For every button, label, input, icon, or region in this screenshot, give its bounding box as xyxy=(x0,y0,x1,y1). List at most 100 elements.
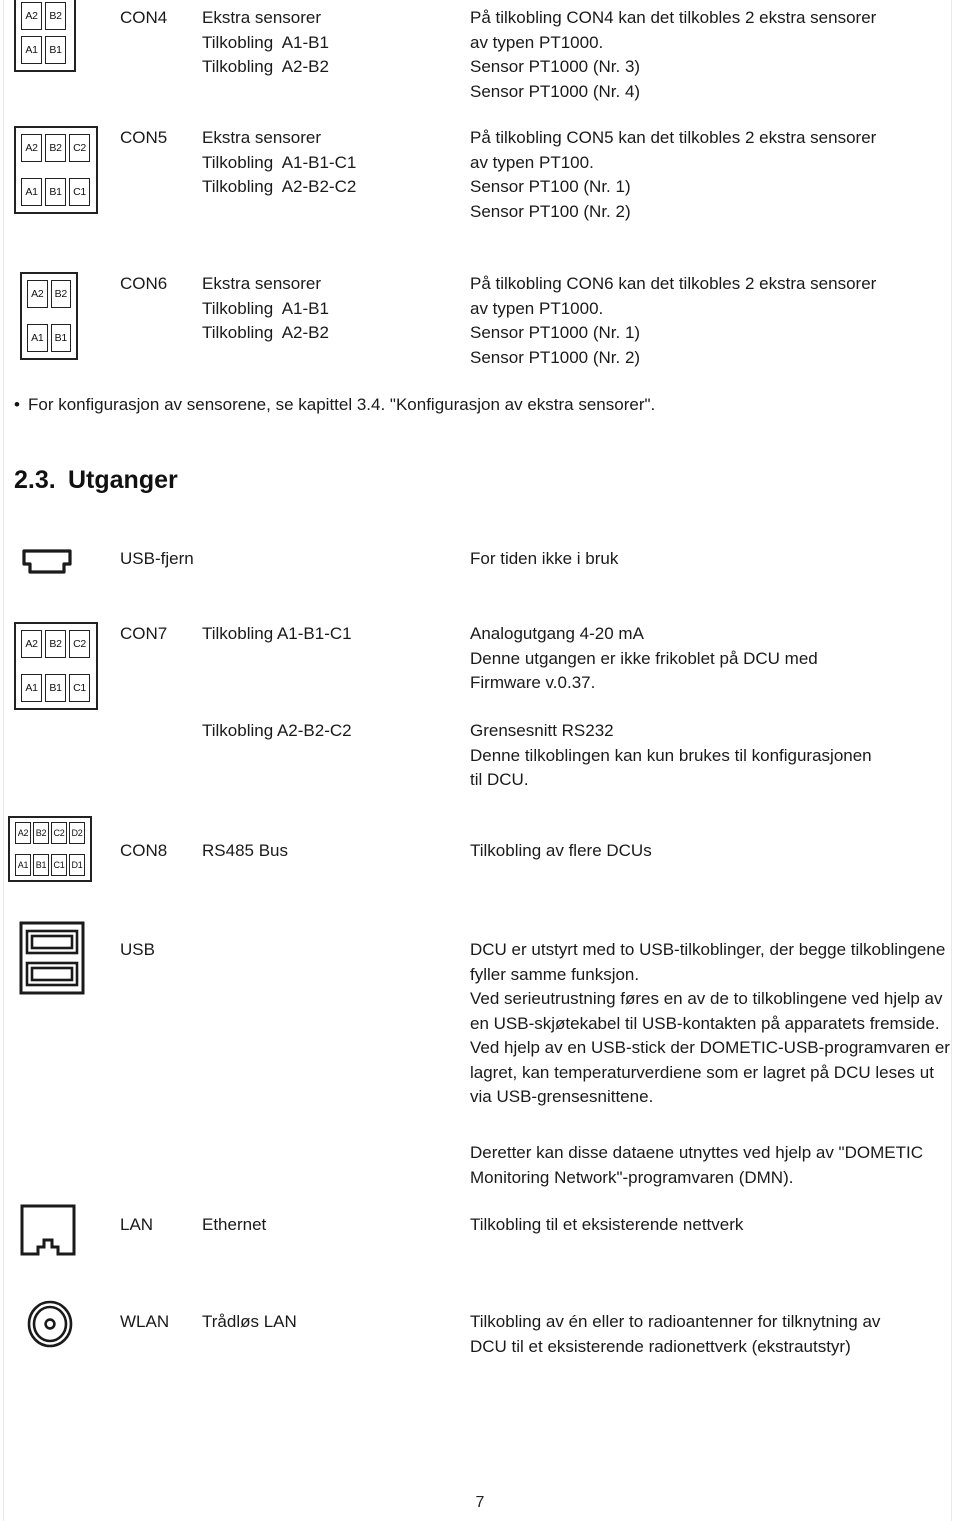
heading-number: 2.3. xyxy=(14,466,56,494)
pin: C2 xyxy=(51,822,67,844)
pin: B1 xyxy=(45,674,66,702)
wlan-desc-line: DCU til et eksisterende radionettverk (e… xyxy=(470,1336,851,1356)
con5-mid-line: Ekstra sensorer xyxy=(202,128,322,147)
pin: A2 xyxy=(21,630,42,658)
con4-pin-row-top: A2 B2 xyxy=(21,2,69,30)
usb-label: USB xyxy=(120,940,155,959)
con8-icon-cell: A2 B2 C2 D2 A1 B1 C1 D1 xyxy=(8,816,104,882)
con6-label: CON6 xyxy=(120,274,168,293)
pin: A1 xyxy=(27,324,48,352)
con5-desc-line: Sensor PT100 (Nr. 1) xyxy=(470,177,631,196)
con7-description-1: Analogutgang 4-20 mA Denne utgangen er i… xyxy=(470,622,960,696)
con7-desc-line: Analogutgang 4-20 mA xyxy=(470,624,644,643)
wlan-middle-text: Trådløs LAN xyxy=(202,1312,297,1331)
con7-icon-cell: A2 B2 C2 A1 B1 C1 xyxy=(14,622,110,710)
con4-description: På tilkobling CON4 kan det tilkobles 2 e… xyxy=(470,6,960,104)
con7-mid-line-2: Tilkobling A2-B2-C2 xyxy=(202,721,352,740)
con5-icon-cell: A2 B2 C2 A1 B1 C1 xyxy=(14,126,110,214)
pin: B2 xyxy=(50,280,71,308)
con8-pin-row-top: A2 B2 C2 D2 xyxy=(15,822,85,844)
con7-desc-line: Denne utgangen er ikke frikoblet på DCU … xyxy=(470,648,818,668)
con4-pin-row-bottom: A1 B1 xyxy=(21,36,69,64)
page-number: 7 xyxy=(475,1494,485,1511)
pin: A1 xyxy=(15,854,31,876)
con6-mid-line: Ekstra sensorer xyxy=(202,274,322,293)
con5-desc-line: Sensor PT100 (Nr. 2) xyxy=(470,201,631,221)
con8-label: CON8 xyxy=(120,841,168,860)
pin: B1 xyxy=(33,854,49,876)
con6-mid-line: Tilkobling A2-B2 xyxy=(202,323,329,342)
wlan-description: Tilkobling av én eller to radioantenner … xyxy=(470,1310,960,1359)
con8-middle-text: RS485 Bus xyxy=(202,841,288,860)
lan-description: Tilkobling til et eksisterende nettverk xyxy=(470,1213,960,1238)
terminal-block-icon-con7: A2 B2 C2 A1 B1 C1 xyxy=(14,622,98,710)
con6-desc-line: Sensor PT1000 (Nr. 1) xyxy=(470,323,641,342)
con8-description: Tilkobling av flere DCUs xyxy=(470,839,960,864)
usb-dual-port-icon xyxy=(18,920,86,1001)
con6-pin-row-bottom: A1 B1 xyxy=(27,324,71,352)
con7-desc-line: Firmware v.0.37. xyxy=(470,673,596,692)
con5-middle-column: Ekstra sensorer Tilkobling A1-B1-C1 Tilk… xyxy=(202,126,356,200)
con6-pin-row-top: A2 B2 xyxy=(27,280,71,308)
usb-description-continued: Deretter kan disse dataene utnyttes ved … xyxy=(470,1141,960,1190)
con7-mid-line-1: Tilkobling A1-B1-C1 xyxy=(202,624,352,643)
pin: B1 xyxy=(50,324,71,352)
con6-icon-cell: A2 B2 A1 B1 xyxy=(14,272,110,360)
pin: C2 xyxy=(69,630,90,658)
manual-page: A2 B2 A1 B1 CON4 Ekstra sensorer Tilkobl… xyxy=(0,0,960,1521)
terminal-block-icon-con5: A2 B2 C2 A1 B1 C1 xyxy=(14,126,98,214)
pin: C1 xyxy=(51,854,67,876)
pin: C2 xyxy=(69,134,90,162)
con7-desc-line: Grensesnitt RS232 xyxy=(470,721,614,740)
con5-label: CON5 xyxy=(120,128,168,147)
con6-desc-line: Sensor PT1000 (Nr. 2) xyxy=(470,347,641,367)
pin: A1 xyxy=(21,178,42,206)
heading-title: Utganger xyxy=(68,466,178,494)
con6-description: På tilkobling CON6 kan det tilkobles 2 e… xyxy=(470,272,960,370)
con7-pin-row-bottom: A1 B1 C1 xyxy=(21,674,91,702)
usb-mini-connector-glyph xyxy=(22,549,72,574)
con7-desc-line: til DCU. xyxy=(470,770,529,789)
usb-mini-connector-icon xyxy=(20,545,74,584)
pin: B2 xyxy=(45,630,66,658)
con7-description-2: Grensesnitt RS232 Denne tilkoblingen kan… xyxy=(470,719,960,793)
pin: B2 xyxy=(45,2,66,30)
con6-desc-line: av typen PT1000. xyxy=(470,298,604,318)
rj45-ethernet-jack-icon xyxy=(18,1203,78,1262)
con6-mid-line: Tilkobling A1-B1 xyxy=(202,298,329,318)
pin: A2 xyxy=(21,134,42,162)
usb-desc-paragraph-3: Deretter kan disse dataene utnyttes ved … xyxy=(470,1143,923,1187)
bullet-dot-icon: • xyxy=(14,395,20,414)
con5-desc-line: På tilkobling CON5 kan det tilkobles 2 e… xyxy=(470,128,877,147)
con5-mid-line: Tilkobling A2-B2-C2 xyxy=(202,177,357,196)
con5-description: På tilkobling CON5 kan det tilkobles 2 e… xyxy=(470,126,960,224)
wlan-desc-line: Tilkobling av én eller to radioantenner … xyxy=(470,1312,881,1331)
terminal-block-icon-con8: A2 B2 C2 D2 A1 B1 C1 D1 xyxy=(8,816,92,882)
wlan-label: WLAN xyxy=(120,1312,170,1331)
con4-mid-line: Ekstra sensorer xyxy=(202,8,322,27)
terminal-block-icon-con4: A2 B2 A1 B1 xyxy=(14,0,76,72)
con4-desc-line: av typen PT1000. xyxy=(470,32,604,52)
con4-label: CON4 xyxy=(120,8,168,27)
pin: D1 xyxy=(69,854,85,876)
pin: A1 xyxy=(21,674,42,702)
pin: A2 xyxy=(21,2,42,30)
con4-middle-column: Ekstra sensorer Tilkobling A1-B1 Tilkobl… xyxy=(202,6,329,80)
usb-fjern-label: USB-fjern xyxy=(120,549,194,568)
con4-desc-line: På tilkobling CON4 kan det tilkobles 2 e… xyxy=(470,8,877,27)
con7-label: CON7 xyxy=(120,624,168,643)
pin: A1 xyxy=(21,36,42,64)
con7-desc-line: Denne tilkoblingen kan kun brukes til ko… xyxy=(470,745,872,765)
con8-pin-row-bottom: A1 B1 C1 D1 xyxy=(15,854,85,876)
pin: B2 xyxy=(33,822,49,844)
page-heading: 2.3. Utganger xyxy=(14,466,178,495)
page-border-left xyxy=(3,0,4,1521)
usb-fjern-desc-line: For tiden ikke i bruk xyxy=(470,549,619,568)
con6-middle-column: Ekstra sensorer Tilkobling A1-B1 Tilkobl… xyxy=(202,272,329,346)
con7-pin-row-top: A2 B2 C2 xyxy=(21,630,91,658)
usb-description: DCU er utstyrt med to USB-tilkoblinger, … xyxy=(470,938,950,1110)
con5-pin-row-top: A2 B2 C2 xyxy=(21,134,91,162)
lan-middle-text: Ethernet xyxy=(202,1215,267,1234)
con5-mid-line: Tilkobling A1-B1-C1 xyxy=(202,152,357,172)
con6-desc-line: På tilkobling CON6 kan det tilkobles 2 e… xyxy=(470,274,877,293)
